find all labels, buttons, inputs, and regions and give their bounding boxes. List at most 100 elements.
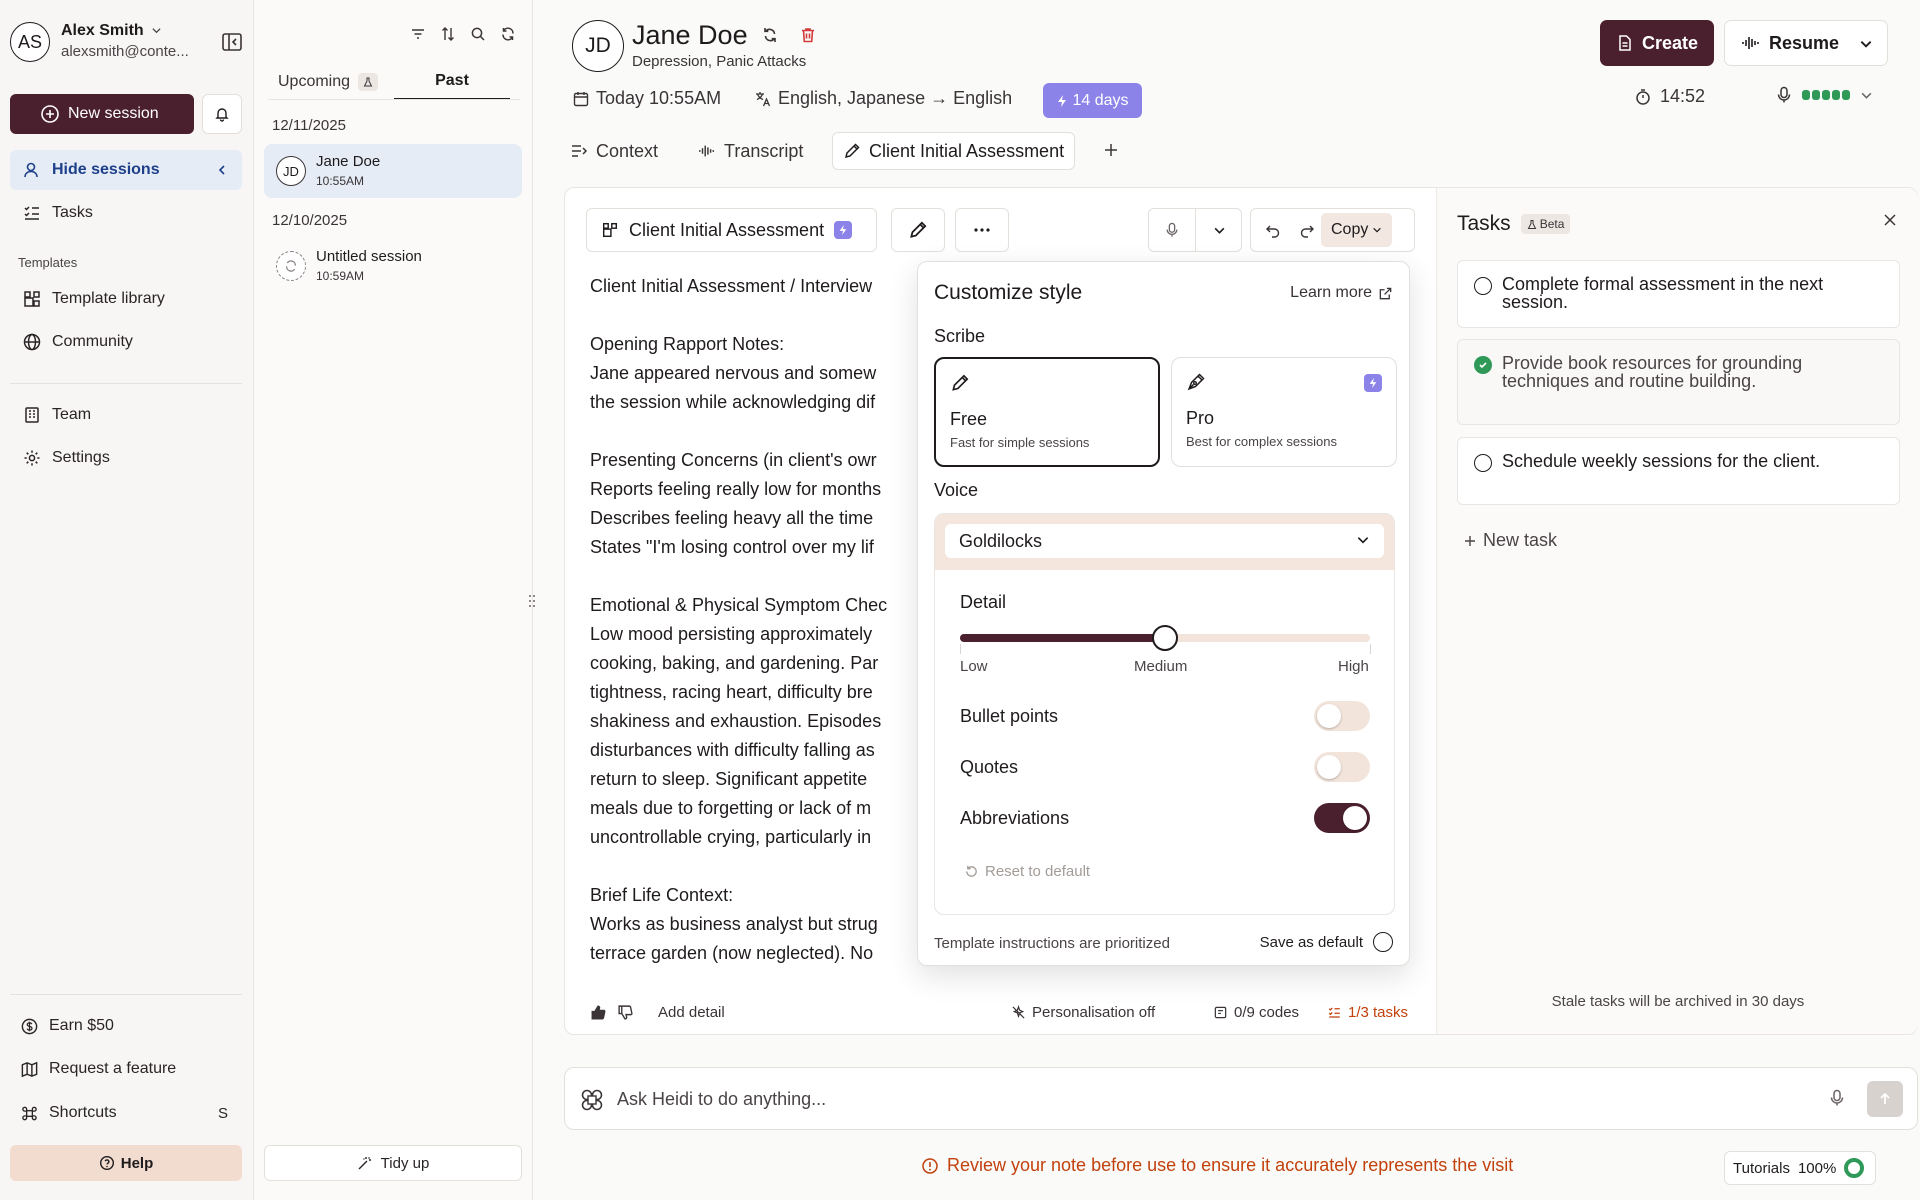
save-default-checkbox[interactable] — [1373, 932, 1393, 952]
sort-icon[interactable] — [440, 26, 456, 42]
session-date[interactable]: Today 10:55AM — [572, 88, 721, 109]
sidebar-item-settings[interactable]: Settings — [10, 438, 242, 478]
tab-transcript[interactable]: Transcript — [688, 132, 813, 170]
redo-icon[interactable] — [1299, 222, 1315, 238]
tab-context[interactable]: Context — [560, 132, 668, 170]
sidebar-item-template-library[interactable]: Template library — [10, 279, 242, 319]
note-line: tightness, racing heart, difficulty bre — [590, 682, 873, 702]
sidebar-item-team[interactable]: Team — [10, 395, 242, 435]
quotes-toggle[interactable] — [1314, 752, 1370, 782]
thumbs-up-icon[interactable] — [590, 1004, 607, 1021]
codes-button[interactable]: 0/9 codes — [1213, 1004, 1299, 1021]
scribe-option-pro[interactable]: Pro Best for complex sessions — [1171, 357, 1397, 467]
ask-heidi-input[interactable] — [617, 1086, 1817, 1112]
note-line: Reports feeling really low for months — [590, 479, 882, 499]
send-button[interactable] — [1867, 1081, 1903, 1117]
reset-to-default-button[interactable]: Reset to default — [964, 863, 1090, 880]
customize-style-popover: Customize style Learn more Scribe Free F… — [917, 261, 1410, 966]
detail-slider-handle[interactable] — [1152, 625, 1178, 651]
microphone-icon — [1776, 86, 1792, 104]
collapse-sidebar-icon[interactable] — [220, 30, 244, 54]
task-checkbox[interactable] — [1474, 454, 1492, 472]
task-text: Complete formal assessment in the next s… — [1502, 274, 1824, 312]
abbreviations-toggle[interactable] — [1314, 803, 1370, 833]
language-selector[interactable]: English, Japanese → English — [754, 88, 1012, 109]
sidebar-item-shortcuts[interactable]: Shortcuts S — [10, 1093, 242, 1133]
edit-note-button[interactable] — [891, 208, 945, 252]
slider-tick — [960, 644, 961, 654]
sidebar-item-hide-sessions[interactable]: Hide sessions — [10, 150, 242, 190]
session-time: 10:55AM — [316, 174, 365, 188]
more-horizontal-icon — [974, 228, 990, 232]
task-item[interactable]: Provide book resources for grounding tec… — [1457, 339, 1900, 425]
fountain-pen-icon — [1186, 372, 1206, 392]
voice-select[interactable]: Goldilocks — [945, 524, 1384, 558]
main-area: JD Jane Doe Depression, Panic Attacks Cr… — [534, 0, 1920, 1200]
note-body[interactable]: Client Initial Assessment / Interview Ope… — [590, 272, 900, 972]
tab-upcoming[interactable]: Upcoming — [268, 64, 388, 100]
personalisation-toggle[interactable]: Personalisation off — [1011, 1004, 1155, 1021]
chevron-down-icon[interactable] — [1859, 37, 1873, 51]
beta-badge: Beta — [1520, 214, 1571, 234]
add-tab-icon[interactable] — [1102, 141, 1120, 159]
create-button[interactable]: Create — [1600, 20, 1714, 66]
note-line: the session while acknowledging dif — [590, 392, 876, 412]
scribe-option-free[interactable]: Free Fast for simple sessions — [934, 357, 1160, 467]
task-item[interactable]: Complete formal assessment in the next s… — [1457, 260, 1900, 328]
trash-icon[interactable] — [798, 25, 818, 45]
patient-name[interactable]: Jane Doe — [632, 20, 748, 51]
task-item[interactable]: Schedule weekly sessions for the client. — [1457, 437, 1900, 505]
session-tabs: Upcoming Past — [268, 64, 520, 100]
sidebar-item-request-feature[interactable]: Request a feature — [10, 1049, 242, 1089]
save-as-default-toggle[interactable]: Save as default — [1260, 932, 1393, 952]
user-menu[interactable]: AS Alex Smith alexsmith@conte... — [10, 20, 244, 64]
task-checkbox[interactable] — [1474, 277, 1492, 295]
tidy-up-button[interactable]: Tidy up — [264, 1145, 522, 1181]
note-line: Client Initial Assessment / Interview — [590, 276, 873, 296]
task-text: Schedule weekly sessions for the client. — [1502, 451, 1821, 471]
calendar-icon — [572, 90, 590, 108]
tasks-count-button[interactable]: 1/3 tasks — [1327, 1004, 1408, 1021]
microphone-level[interactable] — [1776, 86, 1873, 104]
checklist-icon — [22, 203, 42, 223]
undo-icon[interactable] — [1265, 222, 1281, 238]
checklist-icon — [1327, 1005, 1342, 1020]
scribe-option-title: Pro — [1186, 408, 1215, 428]
notifications-button[interactable] — [202, 94, 242, 134]
sidebar-item-earn[interactable]: Earn $50 — [10, 1006, 242, 1046]
bullet-points-toggle[interactable] — [1314, 701, 1370, 731]
session-item-jane-doe[interactable]: JD Jane Doe 10:55AM — [264, 144, 522, 198]
refresh-icon[interactable] — [500, 26, 516, 42]
template-selector[interactable]: Client Initial Assessment — [586, 208, 877, 252]
tab-past[interactable]: Past — [394, 64, 510, 100]
session-date-header: 12/11/2025 — [272, 117, 346, 134]
note-line: Opening Rapport Notes: — [590, 334, 785, 354]
new-session-button[interactable]: New session — [10, 94, 194, 134]
days-badge[interactable]: 14 days — [1043, 83, 1142, 118]
microphone-icon[interactable] — [1165, 222, 1179, 238]
popover-title: Customize style — [934, 281, 1083, 304]
toggle-knob — [1317, 755, 1341, 779]
close-icon[interactable] — [1882, 212, 1898, 228]
link-icon[interactable] — [760, 25, 780, 45]
thumbs-down-icon[interactable] — [617, 1004, 634, 1021]
search-icon[interactable] — [470, 26, 486, 42]
sidebar-item-tasks[interactable]: Tasks — [10, 193, 242, 233]
tab-client-initial-assessment[interactable]: Client Initial Assessment — [832, 132, 1076, 170]
check-circle-icon[interactable] — [1474, 356, 1492, 374]
resume-button[interactable]: Resume — [1724, 20, 1888, 66]
learn-more-link[interactable]: Learn more — [1290, 284, 1393, 302]
session-item-untitled[interactable]: Untitled session 10:59AM — [264, 239, 522, 293]
copy-button[interactable]: Copy — [1321, 213, 1393, 247]
more-options-button[interactable] — [955, 208, 1009, 252]
add-detail-button[interactable]: Add detail — [658, 1004, 725, 1021]
detail-slider[interactable] — [960, 625, 1370, 651]
chevron-down-icon — [1860, 89, 1873, 102]
help-button[interactable]: Help — [10, 1145, 242, 1181]
sidebar-item-community[interactable]: Community — [10, 322, 242, 362]
filter-icon[interactable] — [410, 26, 426, 42]
tutorials-button[interactable]: Tutorials 100% — [1724, 1151, 1876, 1185]
microphone-icon[interactable] — [1829, 1089, 1845, 1107]
new-task-button[interactable]: New task — [1463, 530, 1557, 551]
chevron-down-icon[interactable] — [1213, 224, 1226, 237]
